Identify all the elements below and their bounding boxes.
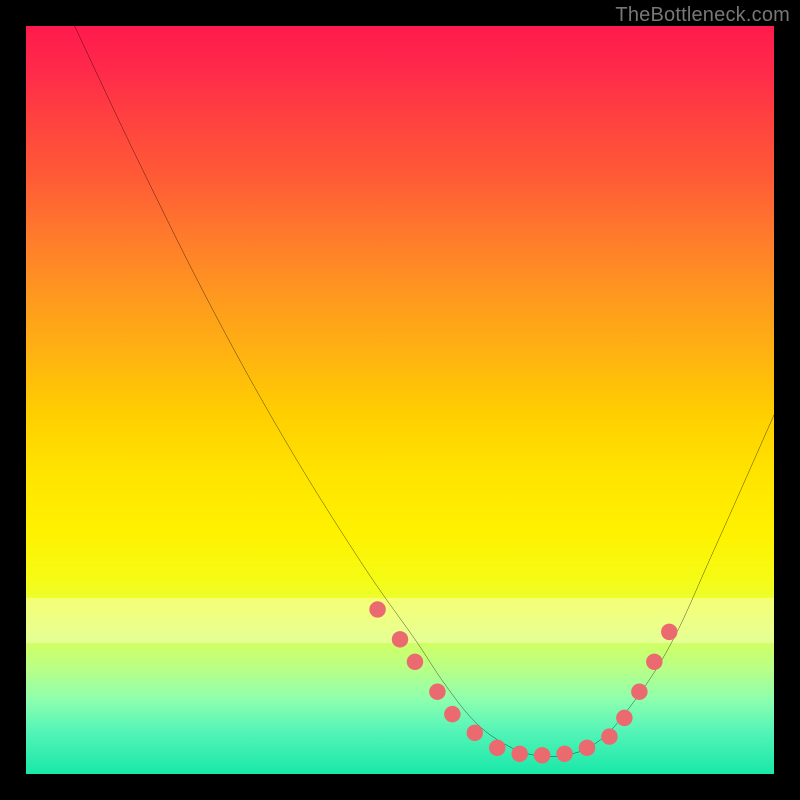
valley-dot: [646, 654, 662, 670]
valley-dot: [632, 684, 648, 700]
valley-dot: [370, 602, 386, 618]
valley-dot: [489, 740, 505, 756]
valley-dot: [534, 747, 550, 763]
plot-area: [26, 26, 774, 774]
curve-layer: [26, 26, 774, 774]
valley-dot: [661, 624, 677, 640]
valley-dot: [445, 706, 461, 722]
valley-dots: [370, 602, 677, 764]
valley-dot: [430, 684, 446, 700]
valley-dot: [392, 632, 408, 648]
valley-dot: [557, 746, 573, 762]
valley-dot: [579, 740, 595, 756]
watermark-text: TheBottleneck.com: [615, 4, 790, 27]
valley-dot: [617, 710, 633, 726]
bottleneck-curve: [75, 26, 774, 757]
chart-frame: TheBottleneck.com: [0, 0, 800, 800]
valley-dot: [407, 654, 423, 670]
valley-dot: [467, 725, 483, 741]
valley-dot: [512, 746, 528, 762]
valley-dot: [602, 729, 618, 745]
